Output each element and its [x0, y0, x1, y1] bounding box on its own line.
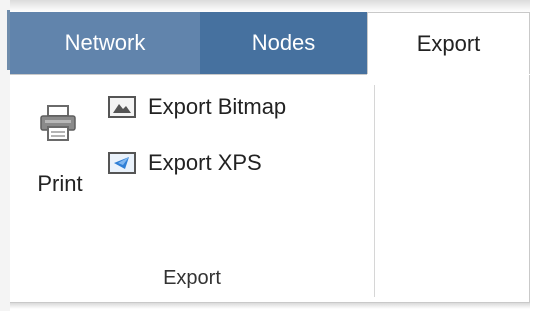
export-group-label: Export — [163, 267, 221, 289]
print-label: Print — [37, 171, 83, 196]
xps-document-icon — [108, 152, 136, 174]
tab-nodes[interactable]: Nodes — [200, 12, 367, 74]
tab-network[interactable]: Network — [10, 12, 200, 74]
tab-network-label: Network — [64, 30, 146, 55]
printer-icon — [40, 105, 76, 141]
tab-nodes-label: Nodes — [251, 30, 316, 55]
export-xps-label: Export XPS — [148, 150, 262, 175]
ribbon-window: Network Nodes Export Print Export Bitmap… — [0, 0, 533, 311]
group-separator — [374, 85, 375, 297]
export-bitmap-label: Export Bitmap — [148, 94, 287, 119]
print-button[interactable]: Print — [24, 93, 96, 205]
tab-export-label: Export — [416, 30, 481, 56]
window-left-edge — [0, 0, 10, 311]
ribbon-bottom-shadow — [10, 303, 530, 309]
export-bitmap-button[interactable]: Export Bitmap — [108, 89, 286, 125]
ribbon-top-strip — [10, 0, 530, 12]
ribbon-panel: Print Export Bitmap Export XPS Export — [10, 75, 530, 303]
export-xps-button[interactable]: Export XPS — [108, 145, 262, 181]
image-icon — [108, 96, 136, 118]
tab-export[interactable]: Export — [367, 12, 530, 74]
ribbon-tab-bar: Network Nodes Export — [10, 12, 530, 74]
